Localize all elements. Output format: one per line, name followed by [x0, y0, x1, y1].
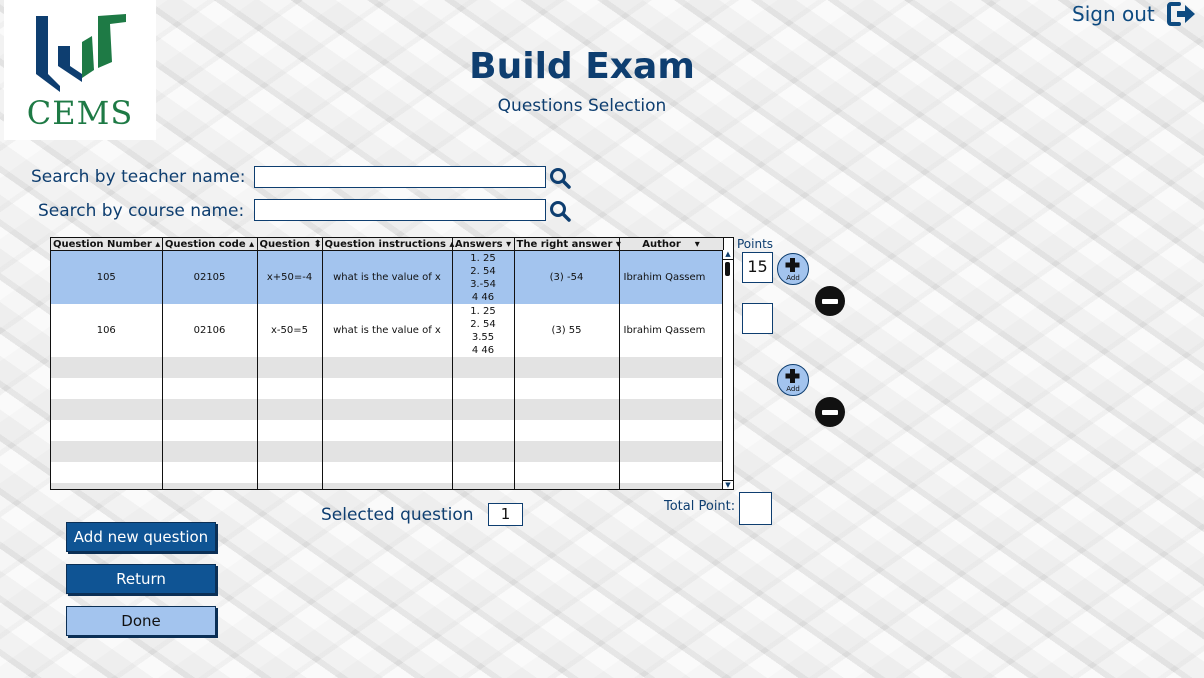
instructions-cell: what is the value of x — [322, 304, 453, 357]
question-number-cell: 105 — [51, 250, 163, 304]
selected-question-count: 1 — [488, 503, 523, 526]
column-header-author[interactable]: Author ▾ — [619, 238, 724, 251]
plus-icon — [785, 258, 800, 272]
scrollbar-thumb[interactable] — [725, 262, 730, 276]
points-input-row-2[interactable] — [742, 303, 773, 334]
total-point-field — [739, 492, 772, 525]
add-label: Add — [786, 385, 800, 393]
answers-cell: 1. 25 2. 54 3.55 4 46 — [452, 304, 515, 357]
remove-points-button-row-1[interactable] — [815, 286, 845, 316]
question-number-cell: 106 — [51, 304, 163, 357]
table-row[interactable]: 105 02105 x+50=-4 what is the value of x… — [51, 250, 724, 304]
empty-row[interactable] — [51, 462, 724, 483]
add-points-button-row-2[interactable]: Add — [777, 364, 809, 396]
teacher-search-input[interactable] — [254, 166, 546, 188]
teacher-search-label: Search by teacher name: — [31, 167, 246, 187]
add-new-question-button[interactable]: Add new question — [66, 522, 216, 552]
empty-row[interactable] — [51, 378, 724, 399]
selected-question-label: Selected question — [321, 505, 474, 525]
empty-row[interactable] — [51, 420, 724, 441]
column-header-question[interactable]: Question ⬍ — [257, 238, 323, 251]
scroll-up-arrow-icon[interactable]: ▲ — [723, 250, 733, 260]
teacher-search-icon[interactable] — [548, 166, 572, 190]
sign-out-button[interactable]: Sign out — [1072, 1, 1197, 27]
sign-out-icon — [1166, 1, 1195, 26]
page-title: Build Exam — [469, 46, 695, 87]
question-code-cell: 02106 — [162, 304, 258, 357]
course-search-label: Search by course name: — [38, 201, 245, 221]
done-button[interactable]: Done — [66, 606, 216, 636]
points-label: Points — [737, 237, 774, 251]
question-cell: x+50=-4 — [257, 250, 323, 304]
column-header-question-instructions[interactable]: Question instructions ▴ — [322, 238, 454, 251]
add-points-button-row-1[interactable]: Add — [777, 253, 809, 285]
author-cell: Ibrahim Qassem — [619, 250, 724, 304]
table-row[interactable]: 106 02106 x-50=5 what is the value of x … — [51, 304, 724, 357]
column-header-question-number[interactable]: Question Number ▴ — [51, 238, 163, 251]
column-header-right-answer[interactable]: The right answer ▾ — [514, 238, 621, 251]
table-header: Question Number ▴ Question code ▴ Questi… — [51, 238, 724, 251]
points-input-row-1[interactable]: 15 — [742, 252, 773, 283]
empty-row[interactable] — [51, 441, 724, 462]
question-cell: x-50=5 — [257, 304, 323, 357]
return-button[interactable]: Return — [66, 564, 216, 594]
add-label: Add — [786, 274, 800, 282]
right-answer-cell: (3) 55 — [514, 304, 620, 357]
empty-row[interactable] — [51, 483, 724, 489]
column-header-answers[interactable]: Answers ▾ — [452, 238, 515, 251]
remove-points-button-row-2[interactable] — [815, 397, 845, 427]
questions-table[interactable]: Question Number ▴ Question code ▴ Questi… — [50, 237, 734, 490]
table-scrollbar[interactable]: ▲ ▼ — [722, 250, 733, 489]
right-answer-cell: (3) -54 — [514, 250, 620, 304]
author-cell: Ibrahim Qassem — [619, 304, 724, 357]
empty-row[interactable] — [51, 399, 724, 420]
page-subtitle: Questions Selection — [497, 96, 667, 116]
sign-out-label: Sign out — [1072, 2, 1155, 26]
answers-cell: 1. 25 2. 54 3.-54 4 46 — [452, 250, 515, 304]
column-header-question-code[interactable]: Question code ▴ — [162, 238, 258, 251]
instructions-cell: what is the value of x — [322, 250, 453, 304]
empty-row[interactable] — [51, 357, 724, 378]
course-search-icon[interactable] — [548, 199, 572, 223]
total-point-label: Total Point: — [664, 499, 736, 514]
scroll-down-arrow-icon[interactable]: ▼ — [723, 480, 733, 489]
question-code-cell: 02105 — [162, 250, 258, 304]
course-search-input[interactable] — [254, 199, 546, 221]
plus-icon — [785, 369, 800, 383]
